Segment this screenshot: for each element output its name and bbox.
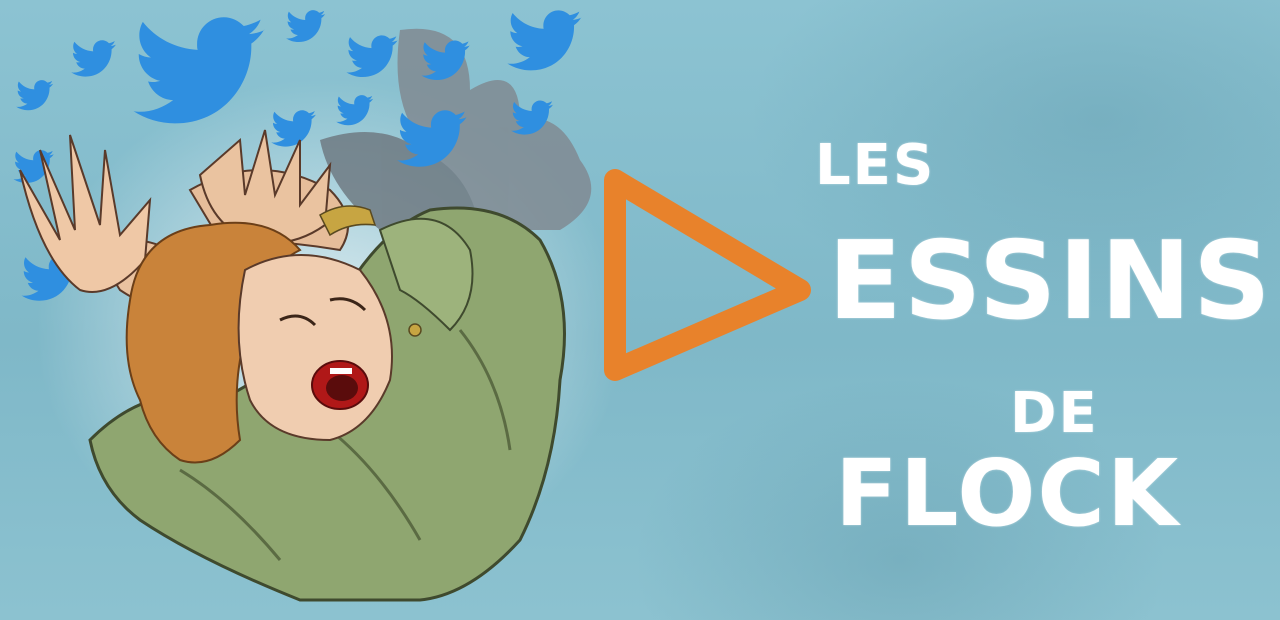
twitter-bird-icon (16, 80, 54, 111)
twitter-bird-icon (133, 17, 265, 124)
title-word-de: DE (1010, 381, 1099, 446)
title-word-les: LES (815, 133, 936, 198)
twitter-bird-icon (346, 35, 398, 78)
twitter-bird-icon (271, 110, 316, 147)
play-triangle-icon (604, 169, 811, 381)
twitter-bird-icon (336, 95, 374, 126)
illustration-woman-attacked-by-birds (13, 10, 592, 602)
banner: LES ESSINS DE FLOCK (0, 0, 1280, 620)
twitter-bird-icon (71, 40, 116, 77)
twitter-bird-icon (507, 10, 582, 71)
title-word-essins: ESSINS (828, 219, 1273, 344)
twitter-bird-icon (286, 10, 326, 43)
title-word-flock: FLOCK (835, 440, 1181, 547)
